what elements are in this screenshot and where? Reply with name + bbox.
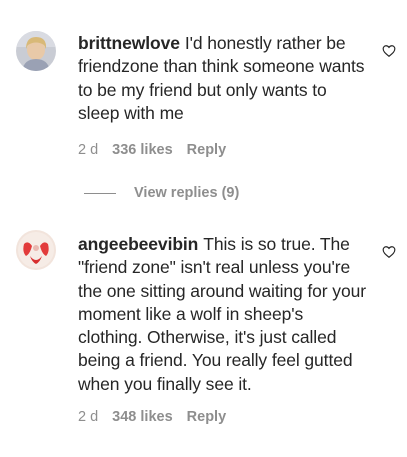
comment-likes-count[interactable]: 348 likes bbox=[112, 409, 172, 425]
comment-username[interactable]: angeebeevibin bbox=[78, 234, 198, 254]
reply-button[interactable]: Reply bbox=[187, 409, 227, 425]
comment-text-block: angeebeevibin This is so true. The "frien… bbox=[78, 233, 370, 396]
avatar[interactable] bbox=[16, 31, 56, 71]
avatar[interactable] bbox=[16, 230, 56, 270]
view-replies-button[interactable]: View replies (9) bbox=[84, 183, 239, 203]
comment-body: This is so true. The "friend zone" isn't… bbox=[78, 234, 366, 394]
view-replies-label: View replies (9) bbox=[134, 185, 240, 201]
comment-text-block: brittnewlove I'd honestly rather be frien… bbox=[78, 32, 370, 125]
heart-icon[interactable] bbox=[382, 44, 396, 58]
comment-timestamp: 2 d bbox=[78, 142, 99, 158]
comment-username[interactable]: brittnewlove bbox=[78, 33, 180, 53]
comment-meta: 2 d 336 likes Reply bbox=[78, 142, 240, 158]
heart-icon[interactable] bbox=[382, 245, 396, 259]
reply-button[interactable]: Reply bbox=[187, 142, 227, 158]
comment-meta: 2 d 348 likes Reply bbox=[78, 409, 240, 425]
replies-divider-line bbox=[84, 192, 116, 194]
comment-likes-count[interactable]: 336 likes bbox=[112, 142, 172, 158]
avatar-image bbox=[16, 31, 56, 71]
avatar-image bbox=[16, 230, 56, 270]
comment-timestamp: 2 d bbox=[78, 409, 99, 425]
